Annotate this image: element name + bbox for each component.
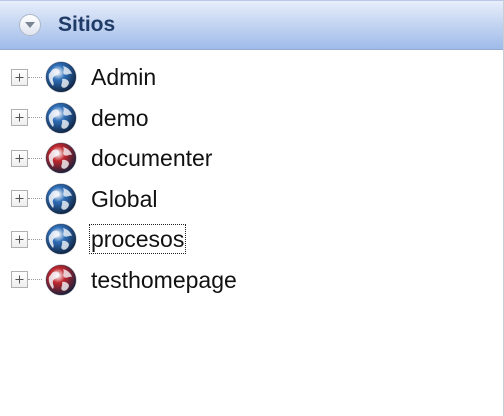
globe-icon bbox=[45, 61, 77, 93]
tree-node-label[interactable]: procesos bbox=[88, 224, 187, 255]
collapse-button[interactable] bbox=[19, 14, 41, 36]
tree-node-label[interactable]: testhomepage bbox=[90, 266, 238, 294]
tree-connector bbox=[28, 198, 42, 200]
expand-icon[interactable] bbox=[11, 271, 28, 289]
tree-node-label[interactable]: Global bbox=[90, 185, 158, 213]
tree-node-label[interactable]: Admin bbox=[90, 63, 157, 91]
tree-node[interactable]: Admin bbox=[0, 57, 503, 98]
expand-icon[interactable] bbox=[11, 109, 28, 127]
tree-node[interactable]: documenter bbox=[0, 138, 503, 179]
tree-node[interactable]: procesos bbox=[0, 219, 503, 260]
globe-icon bbox=[45, 264, 77, 296]
tree-node[interactable]: Global bbox=[0, 179, 503, 220]
expand-icon[interactable] bbox=[11, 68, 28, 86]
tree-connector bbox=[28, 117, 42, 119]
tree-node-label[interactable]: demo bbox=[90, 104, 150, 132]
tree-connector bbox=[28, 157, 42, 159]
sites-panel: Sitios Admin demo documenter Global procesos… bbox=[0, 0, 504, 416]
tree-connector bbox=[28, 238, 42, 240]
globe-icon bbox=[45, 223, 77, 255]
tree-node[interactable]: testhomepage bbox=[0, 260, 503, 301]
panel-title: Sitios bbox=[58, 13, 116, 36]
expand-icon[interactable] bbox=[11, 190, 28, 208]
panel-header: Sitios bbox=[0, 0, 503, 50]
site-tree: Admin demo documenter Global procesos testhom… bbox=[0, 57, 503, 300]
tree-node[interactable]: demo bbox=[0, 98, 503, 139]
tree-connector bbox=[28, 76, 42, 78]
tree-node-label[interactable]: documenter bbox=[90, 144, 213, 172]
tree-connector bbox=[28, 279, 42, 281]
chevron-down-icon bbox=[25, 22, 35, 28]
globe-icon bbox=[45, 102, 77, 134]
expand-icon[interactable] bbox=[11, 149, 28, 167]
expand-icon[interactable] bbox=[11, 230, 28, 248]
globe-icon bbox=[45, 142, 77, 174]
globe-icon bbox=[45, 183, 77, 215]
